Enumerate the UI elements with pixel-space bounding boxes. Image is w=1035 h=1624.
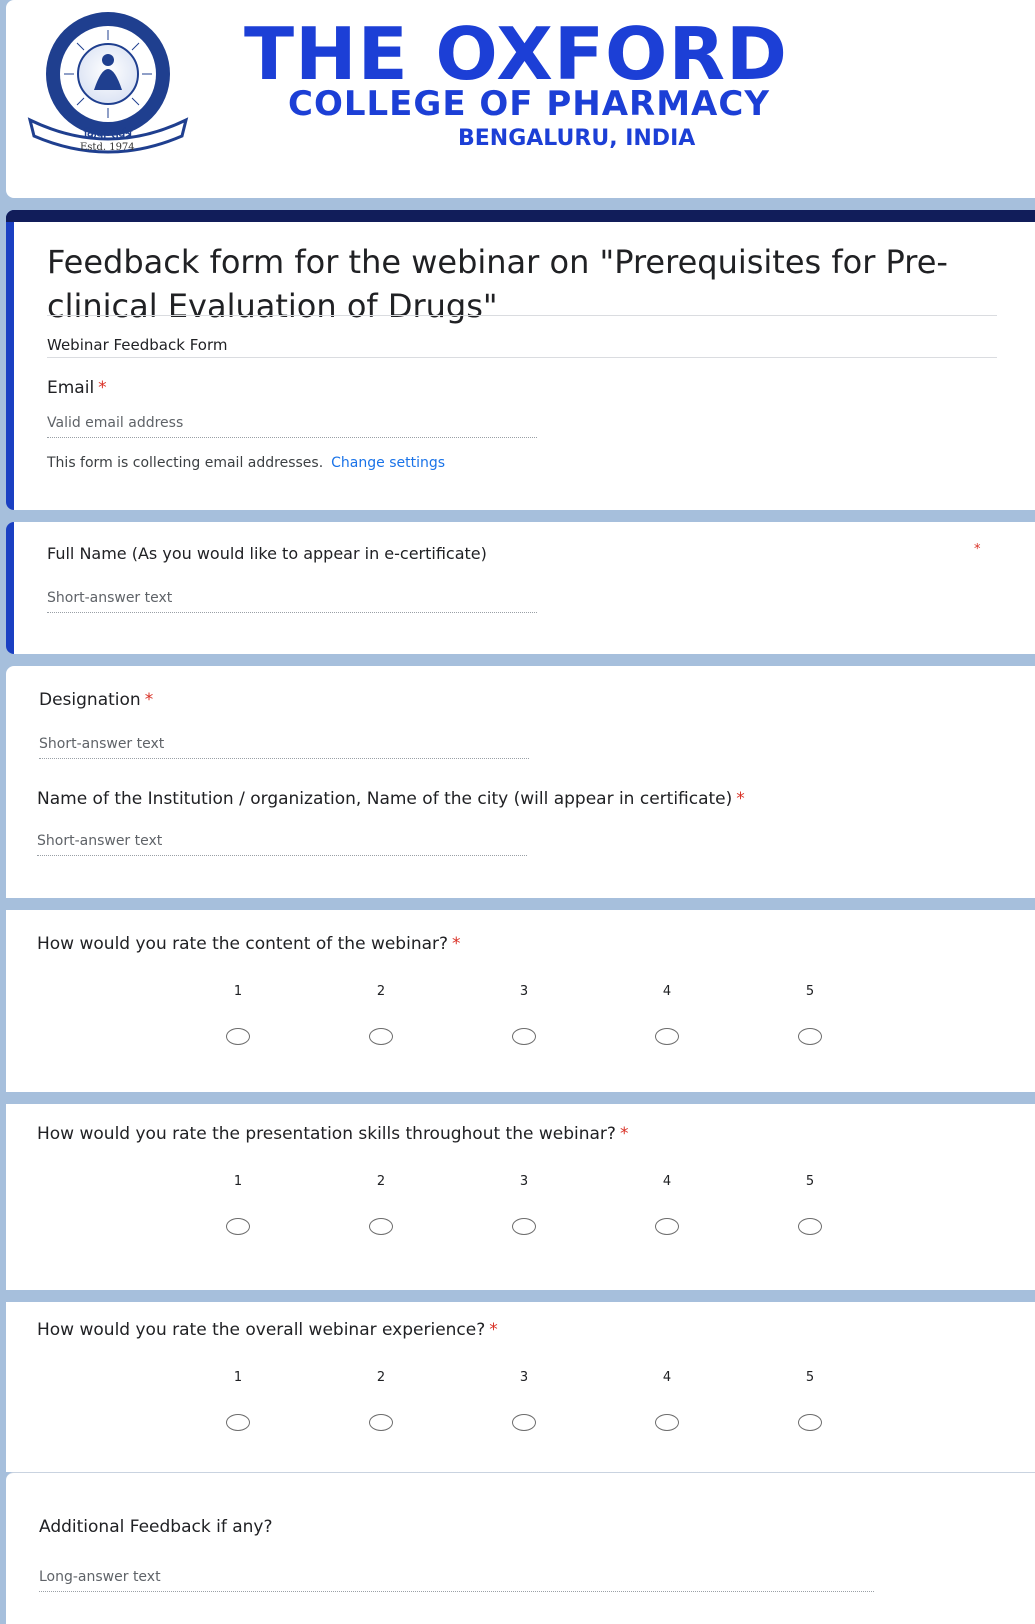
question-additional-feedback[interactable]: Additional Feedback if any? Long-answer …	[6, 1472, 1035, 1624]
form-description[interactable]: Webinar Feedback Form	[47, 336, 228, 354]
question-label: How would you rate the overall webinar e…	[37, 1320, 498, 1340]
email-label: Email *	[47, 378, 107, 398]
scale-label-2: 2	[376, 1174, 386, 1189]
required-mark: *	[489, 1320, 498, 1340]
question-presentation-rating[interactable]: How would you rate the presentation skil…	[6, 1104, 1035, 1290]
scale-label-4: 4	[662, 984, 672, 999]
scale-label-1: 1	[233, 984, 243, 999]
scale-label-4: 4	[662, 1174, 672, 1189]
scale-label-3: 3	[519, 1174, 529, 1189]
question-designation[interactable]: Designation * Short-answer text	[6, 666, 1035, 771]
radio-option-1[interactable]	[226, 1218, 250, 1235]
radio-option-1[interactable]	[226, 1028, 250, 1045]
question-label: Additional Feedback if any?	[39, 1517, 273, 1537]
question-label: Name of the Institution / organization, …	[37, 789, 745, 809]
question-content-rating[interactable]: How would you rate the content of the we…	[6, 910, 1035, 1092]
email-input-underline	[47, 437, 537, 438]
radio-option-4[interactable]	[655, 1218, 679, 1235]
additional-feedback-input[interactable]: Long-answer text	[39, 1569, 161, 1585]
scale-label-5: 5	[805, 1174, 815, 1189]
radio-option-2[interactable]	[369, 1028, 393, 1045]
question-label: Full Name (As you would like to appear i…	[47, 544, 487, 563]
scale-label-5: 5	[805, 1370, 815, 1385]
full-name-input[interactable]: Short-answer text	[47, 590, 172, 606]
scale-label-1: 1	[233, 1370, 243, 1385]
radio-option-2[interactable]	[369, 1218, 393, 1235]
scale-label-5: 5	[805, 984, 815, 999]
required-mark: *	[736, 789, 745, 809]
scale-label-3: 3	[519, 1370, 529, 1385]
required-mark: *	[144, 690, 154, 710]
radio-option-5[interactable]	[798, 1218, 822, 1235]
radio-option-3[interactable]	[512, 1414, 536, 1431]
radio-option-4[interactable]	[655, 1028, 679, 1045]
radio-option-5[interactable]	[798, 1414, 822, 1431]
required-mark: *	[452, 934, 461, 954]
institution-input[interactable]: Short-answer text	[37, 833, 162, 849]
brand-title: THE OXFORD	[244, 12, 789, 96]
title-divider	[47, 315, 997, 316]
description-divider	[47, 357, 997, 358]
required-mark: *	[619, 1124, 629, 1144]
scale-label-2: 2	[376, 984, 386, 999]
scale-label-2: 2	[376, 1370, 386, 1385]
radio-option-3[interactable]	[512, 1028, 536, 1045]
seal-estd: Estd. 1974	[80, 142, 135, 153]
change-settings-link[interactable]: Change settings	[331, 455, 445, 471]
email-input[interactable]: Valid email address	[47, 415, 183, 431]
designation-input[interactable]: Short-answer text	[39, 736, 164, 752]
form-title-card: Feedback form for the webinar on "Prereq…	[6, 210, 1035, 510]
question-label: How would you rate the content of the we…	[37, 934, 461, 954]
required-mark: *	[974, 542, 981, 557]
email-collection-note: This form is collecting email addresses.…	[47, 455, 446, 471]
college-seal-logo: क्रिया सर्वत्र	[27, 12, 189, 154]
required-mark: *	[98, 378, 107, 398]
brand-subtitle: COLLEGE OF PHARMACY	[288, 84, 770, 124]
scale-label-4: 4	[662, 1370, 672, 1385]
input-underline	[39, 1591, 874, 1592]
radio-option-2[interactable]	[369, 1414, 393, 1431]
input-underline	[37, 855, 527, 856]
brand-location: BENGALURU, INDIA	[458, 126, 696, 151]
question-overall-rating[interactable]: How would you rate the overall webinar e…	[6, 1302, 1035, 1472]
scale-label-3: 3	[519, 984, 529, 999]
header-banner: क्रिया सर्वत्र Estd. 1974 THE OXFORD COL…	[6, 0, 1035, 198]
radio-option-4[interactable]	[655, 1414, 679, 1431]
title-accent-bar	[6, 210, 1035, 222]
question-institution[interactable]: Name of the Institution / organization, …	[6, 771, 1035, 898]
radio-option-1[interactable]	[226, 1414, 250, 1431]
input-underline	[47, 612, 537, 613]
scale-label-1: 1	[233, 1174, 243, 1189]
input-underline	[39, 758, 529, 759]
question-label: How would you rate the presentation skil…	[37, 1124, 629, 1144]
question-label: Designation *	[39, 690, 154, 710]
radio-option-3[interactable]	[512, 1218, 536, 1235]
question-full-name[interactable]: Full Name (As you would like to appear i…	[6, 522, 1035, 654]
radio-option-5[interactable]	[798, 1028, 822, 1045]
svg-text:क्रिया सर्वत्र: क्रिया सर्वत्र	[83, 127, 133, 141]
